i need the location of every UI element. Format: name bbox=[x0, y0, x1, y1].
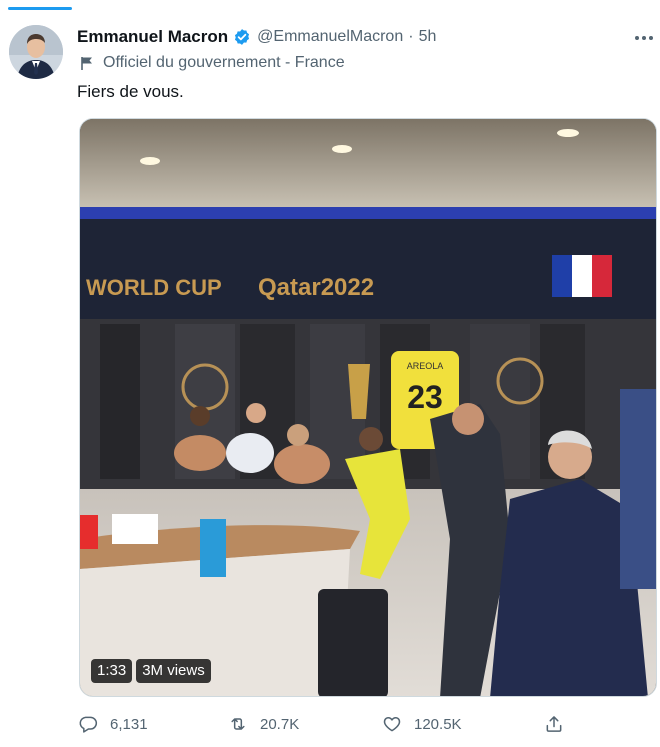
like-count: 120.5K bbox=[414, 715, 462, 733]
government-label-text: Officiel du gouvernement - France bbox=[103, 54, 345, 71]
separator-dot: · bbox=[408, 28, 414, 45]
more-icon[interactable] bbox=[633, 28, 655, 48]
video-badges: 1:33 3M views bbox=[91, 659, 211, 683]
scene-jersey-number: 23 bbox=[407, 379, 443, 415]
like-button[interactable]: 120.5K bbox=[382, 710, 462, 738]
scene-banner-brand: Qatar2022 bbox=[258, 274, 374, 301]
top-tab-indicator bbox=[0, 0, 660, 12]
video-frame: WORLD CUP Qatar2022 AREOLA 23 bbox=[80, 119, 656, 696]
tweet-text: Fiers de vous. bbox=[77, 82, 184, 101]
author-name[interactable]: Emmanuel Macron bbox=[77, 27, 228, 47]
scene-jersey-name: AREOLA bbox=[407, 361, 444, 371]
tweet[interactable]: Emmanuel Macron @EmmanuelMacron · 5h Off… bbox=[0, 12, 660, 747]
retweet-button[interactable]: 20.7K bbox=[228, 710, 299, 738]
reply-button[interactable]: 6,131 bbox=[78, 710, 148, 738]
verified-badge-icon bbox=[235, 29, 250, 45]
active-tab-underline bbox=[8, 7, 72, 10]
tweet-header: Emmanuel Macron @EmmanuelMacron · 5h bbox=[77, 26, 436, 48]
author-handle[interactable]: @EmmanuelMacron bbox=[257, 28, 403, 46]
like-icon bbox=[383, 717, 401, 732]
tweet-timestamp[interactable]: 5h bbox=[419, 28, 437, 46]
avatar[interactable] bbox=[9, 25, 63, 79]
government-flag-icon bbox=[81, 57, 92, 70]
reply-count: 6,131 bbox=[110, 715, 148, 733]
video-views: 3M views bbox=[136, 659, 211, 683]
scene-banner-text: WORLD CUP bbox=[86, 275, 222, 300]
video-duration: 1:33 bbox=[91, 659, 133, 683]
retweet-icon bbox=[231, 718, 245, 730]
government-label[interactable]: Officiel du gouvernement - France bbox=[79, 52, 345, 74]
video-player[interactable]: WORLD CUP Qatar2022 AREOLA 23 bbox=[79, 118, 657, 697]
tweet-actions: 6,131 20.7K 120.5K bbox=[0, 710, 660, 738]
share-button[interactable] bbox=[544, 710, 564, 738]
retweet-count: 20.7K bbox=[260, 715, 300, 733]
reply-icon bbox=[79, 716, 98, 733]
share-icon bbox=[546, 716, 562, 732]
